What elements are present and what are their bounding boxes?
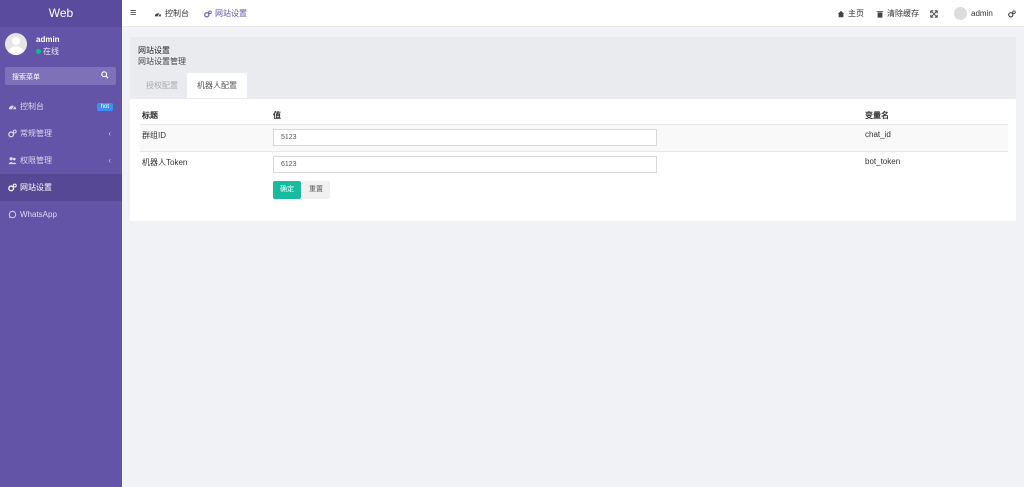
page-subtitle: 网站设置管理 (138, 57, 186, 66)
sidebar-menu: 控制台 hot 常规管理 ‹ 权限管理 ‹ 网站设置 WhatsApp (0, 93, 122, 228)
header-tab-label: 网站设置 (215, 9, 247, 18)
search-icon[interactable] (101, 71, 109, 79)
user-menu[interactable]: admin (954, 0, 993, 27)
cogs-icon (1008, 10, 1016, 18)
user-status-text: 在线 (43, 47, 59, 56)
table-row: 机器人Token bot_token (140, 151, 1008, 178)
clear-cache-label: 清除缓存 (887, 9, 919, 18)
sidebar-item-label: WhatsApp (20, 210, 57, 219)
settings-panel: 标题 值 变量名 群组ID chat_id 机器人Token bot_token… (130, 99, 1016, 221)
top-header: ≡ 控制台 网站设置 主页 清除缓存 admin (122, 0, 1024, 27)
user-panel: admin 在线 (0, 27, 122, 65)
cogs-icon (204, 10, 212, 18)
sidebar-item-label: 常规管理 (20, 129, 52, 138)
sidebar-item-label: 控制台 (20, 102, 44, 111)
chevron-left-icon: ‹ (108, 156, 111, 165)
hot-badge: hot (96, 103, 113, 111)
header-tab-site-settings[interactable]: 网站设置 (204, 0, 247, 27)
sidebar-item-whatsapp[interactable]: WhatsApp (0, 201, 122, 228)
page-title: 网站设置 (138, 46, 170, 55)
online-dot-icon (36, 49, 41, 55)
row-title: 机器人Token (142, 158, 188, 167)
home-link[interactable]: 主页 (837, 0, 864, 27)
header-avatar (954, 7, 967, 21)
column-header-title: 标题 (142, 111, 158, 120)
user-name: admin (36, 35, 60, 44)
whatsapp-icon (8, 211, 17, 219)
menu-search-label: 搜索菜单 (12, 74, 40, 81)
sidebar-item-label: 网站设置 (20, 183, 52, 192)
cogs-icon (8, 129, 17, 138)
sidebar-item-site-settings[interactable]: 网站设置 (0, 174, 122, 201)
fullscreen-icon (930, 10, 938, 18)
row-title: 群组ID (142, 131, 166, 140)
sidebar: Web admin 在线 搜索菜单 控制台 hot 常规管理 ‹ 权限管理 ‹ … (0, 0, 122, 487)
chat-id-input[interactable] (273, 129, 657, 146)
user-status: 在线 (36, 46, 59, 57)
sidebar-item-general[interactable]: 常规管理 ‹ (0, 120, 122, 147)
settings-button[interactable] (1008, 0, 1019, 27)
users-icon (8, 157, 17, 165)
column-header-value: 值 (273, 111, 281, 120)
bot-token-input[interactable] (273, 156, 657, 173)
sidebar-item-permissions[interactable]: 权限管理 ‹ (0, 147, 122, 174)
tab-bot-config[interactable]: 机器人配置 (187, 73, 247, 98)
content-header: 网站设置 网站设置管理 授权配置 机器人配置 (130, 37, 1016, 99)
header-tab-dashboard[interactable]: 控制台 (154, 0, 189, 27)
confirm-button[interactable]: 确定 (273, 181, 301, 199)
sidebar-item-label: 权限管理 (20, 156, 52, 165)
home-icon (837, 10, 845, 18)
sidebar-item-dashboard[interactable]: 控制台 hot (0, 93, 122, 120)
header-tab-label: 控制台 (165, 9, 189, 18)
home-link-label: 主页 (848, 9, 864, 18)
header-user-name: admin (971, 9, 993, 18)
reset-button[interactable]: 重置 (302, 181, 330, 199)
cogs-icon (8, 183, 17, 192)
chevron-left-icon: ‹ (108, 129, 111, 138)
dashboard-icon (8, 105, 17, 110)
column-header-variable: 变量名 (865, 111, 889, 120)
row-variable: chat_id (865, 130, 891, 139)
fullscreen-button[interactable] (930, 0, 941, 27)
menu-toggle-icon[interactable]: ≡ (130, 0, 136, 27)
tab-auth-config[interactable]: 授权配置 (136, 73, 188, 98)
row-variable: bot_token (865, 157, 901, 166)
menu-search-box[interactable]: 搜索菜单 (5, 67, 116, 85)
trash-icon (876, 11, 884, 18)
table-row: 群组ID chat_id (140, 124, 1008, 151)
brand-logo[interactable]: Web (0, 0, 122, 27)
clear-cache-button[interactable]: 清除缓存 (876, 0, 919, 27)
dashboard-icon (154, 13, 162, 17)
user-avatar (5, 33, 27, 55)
